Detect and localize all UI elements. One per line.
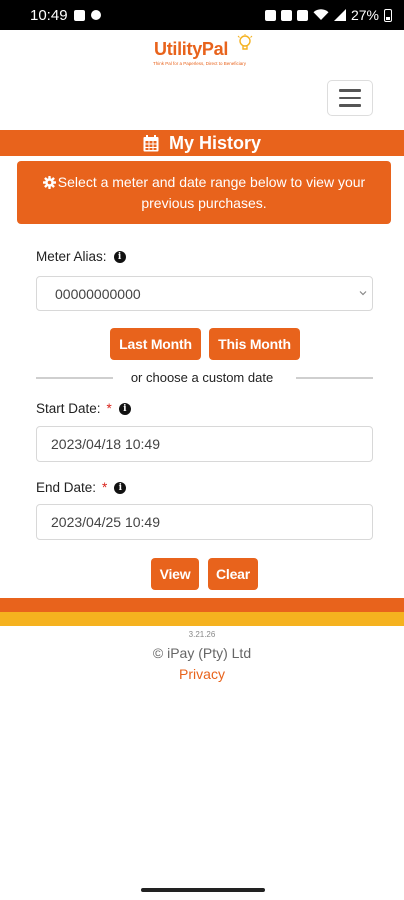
start-date-label: Start Date: * i — [36, 401, 131, 416]
calendar-icon — [143, 134, 159, 151]
signal-icon — [333, 9, 346, 21]
status-left: 10:49 — [30, 7, 101, 24]
lightbulb-icon — [237, 34, 253, 50]
app-version: 3.21.26 — [188, 630, 216, 639]
required-mark: * — [102, 480, 108, 495]
gear-icon — [42, 176, 56, 189]
end-date-label: End Date: * i — [36, 480, 127, 495]
logo-tagline: Think Pal for a Paperless, Direct to Ben… — [153, 61, 247, 66]
page-title: My History — [168, 132, 262, 153]
footer-stripe-orange — [0, 598, 404, 612]
chevron-down-icon — [359, 291, 367, 296]
meter-alias-select[interactable]: 00000000000 — [36, 276, 373, 311]
end-date-input[interactable]: 2023/04/25 10:49 — [36, 504, 373, 540]
wifi-icon — [313, 9, 329, 20]
brand-header: UtilityPal Think Pal for a Paperless, Di… — [0, 30, 404, 72]
status-right: 27% — [264, 7, 392, 23]
end-date-label-text: End Date: — [36, 480, 97, 495]
status-time: 10:49 — [30, 6, 68, 24]
start-date-value: 2023/04/18 10:49 — [51, 436, 160, 452]
start-date-input[interactable]: 2023/04/18 10:49 — [36, 426, 373, 462]
info-icon[interactable]: i — [114, 481, 127, 494]
battery-saver-icon — [264, 9, 276, 21]
hamburger-line — [339, 96, 361, 100]
start-date-label-text: Start Date: — [36, 401, 101, 416]
info-alert: Select a meter and date range below to v… — [17, 161, 391, 224]
meter-alias-label-text: Meter Alias: — [36, 249, 107, 264]
menu-toggle-button[interactable] — [327, 80, 373, 116]
last-month-button[interactable]: Last Month — [110, 328, 201, 360]
info-icon[interactable]: i — [113, 250, 126, 263]
alarm-icon — [280, 9, 292, 21]
logo-wordmark: UtilityPal — [154, 39, 229, 59]
clear-button[interactable]: Clear — [208, 558, 258, 590]
privacy-link[interactable]: Privacy — [0, 666, 404, 682]
page-title-bar: My History — [0, 130, 404, 156]
mute-icon — [296, 9, 308, 21]
system-nav-bar — [0, 878, 404, 900]
copyright-text: © iPay (Pty) Ltd — [152, 645, 252, 661]
battery-percent: 27% — [350, 7, 379, 23]
meter-alias-label: Meter Alias: i — [36, 249, 126, 264]
footer-stripe-yellow — [0, 612, 404, 626]
custom-date-divider: or choose a custom date — [130, 370, 274, 385]
home-gesture-handle[interactable] — [141, 888, 265, 892]
status-bar: 10:49 27% — [0, 0, 404, 30]
meter-alias-value: 00000000000 — [55, 285, 141, 302]
view-button[interactable]: View — [151, 558, 199, 590]
download-notification-icon — [90, 10, 101, 20]
hamburger-line — [339, 104, 361, 107]
hamburger-line — [339, 89, 361, 92]
info-message: Select a meter and date range below to v… — [57, 174, 366, 211]
battery-icon — [384, 8, 392, 22]
end-date-value: 2023/04/25 10:49 — [51, 514, 160, 530]
info-icon[interactable]: i — [118, 402, 131, 415]
this-month-button[interactable]: This Month — [209, 328, 300, 360]
required-mark: * — [106, 401, 112, 416]
utilitypal-logo[interactable]: UtilityPal Think Pal for a Paperless, Di… — [150, 34, 260, 70]
gallery-notification-icon — [73, 9, 85, 21]
